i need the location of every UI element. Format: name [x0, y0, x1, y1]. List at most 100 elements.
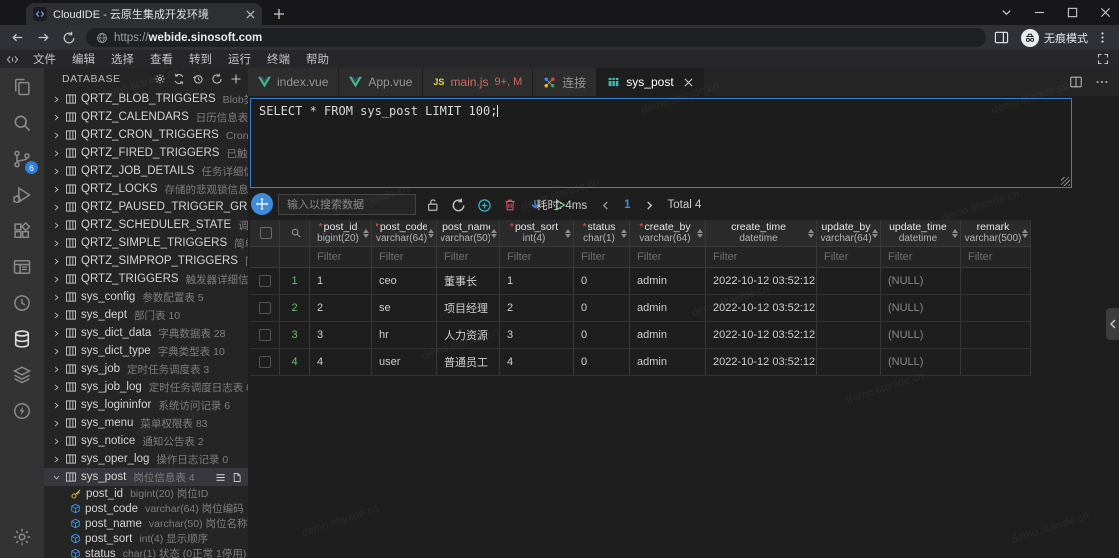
tree-table-QRTZ_LOCKS[interactable]: QRTZ_LOCKS存储的悲观锁信息表 2	[44, 180, 248, 198]
window-chevron-icon[interactable]	[1001, 7, 1012, 18]
tree-table-QRTZ_CALENDARS[interactable]: QRTZ_CALENDARS日历信息表 0	[44, 108, 248, 126]
back-icon[interactable]	[8, 29, 26, 47]
cell-update_time[interactable]: (NULL)	[881, 295, 961, 321]
menu-item-7[interactable]: 帮助	[298, 51, 337, 67]
tree-table-sys_dict_data[interactable]: sys_dict_data字典数据表 28	[44, 324, 248, 342]
row-checkbox[interactable]	[250, 295, 280, 321]
cell-post_sort[interactable]: 4	[500, 349, 574, 375]
close-icon[interactable]	[684, 78, 693, 87]
tree-table-QRTZ_BLOB_TRIGGERS[interactable]: QRTZ_BLOB_TRIGGERSBlob类型的...	[44, 90, 248, 108]
cell-remark[interactable]	[961, 295, 1031, 321]
new-tab-button[interactable]	[268, 3, 290, 25]
cell-create_by[interactable]: admin	[630, 268, 706, 294]
cell-update_by[interactable]	[817, 349, 881, 375]
right-panel-expander[interactable]	[1106, 308, 1119, 340]
sort-icon[interactable]	[1022, 229, 1028, 238]
cell-post_sort[interactable]: 3	[500, 322, 574, 348]
tree-table-QRTZ_FIRED_TRIGGERS[interactable]: QRTZ_FIRED_TRIGGERS已触发的触...	[44, 144, 248, 162]
filter-input-status[interactable]: Filter	[574, 247, 630, 267]
menu-item-3[interactable]: 查看	[142, 51, 181, 67]
tree-table-sys_dict_type[interactable]: sys_dict_type字典类型表 10	[44, 342, 248, 360]
tree-table-QRTZ_JOB_DETAILS[interactable]: QRTZ_JOB_DETAILS任务详细信息...	[44, 162, 248, 180]
sort-icon[interactable]	[697, 229, 703, 238]
browser-menu-kebab-icon[interactable]	[1096, 31, 1109, 44]
cell-create_time[interactable]: 2022-10-12 03:52:12	[706, 295, 817, 321]
checkbox-icon[interactable]	[259, 329, 271, 341]
tree-table-sys_job_log[interactable]: sys_job_log定时任务调度日志表 0	[44, 378, 248, 396]
filter-input-post_name[interactable]: Filter	[437, 247, 500, 267]
menu-item-2[interactable]: 选择	[103, 51, 142, 67]
tree-table-sys_notice[interactable]: sys_notice通知公告表 2	[44, 432, 248, 450]
sql-editor[interactable]: SELECT * FROM sys_post LIMIT 100;	[250, 98, 1072, 188]
sort-icon[interactable]	[952, 229, 958, 238]
db-refresh-icon[interactable]	[211, 73, 223, 85]
add-row-icon[interactable]	[477, 198, 492, 213]
sort-icon[interactable]	[428, 229, 434, 238]
tree-table-sys_job[interactable]: sys_job定时任务调度表 3	[44, 360, 248, 378]
extensions-icon[interactable]	[0, 213, 44, 248]
cell-status[interactable]: 0	[574, 322, 630, 348]
editor-tab-App.vue[interactable]: App.vue	[339, 68, 423, 96]
menu-item-0[interactable]: 文件	[25, 51, 64, 67]
sort-icon[interactable]	[872, 229, 878, 238]
editor-tab-sys_post[interactable]: sys_post	[597, 68, 703, 96]
tree-table-sys_config[interactable]: sys_config参数配置表 5	[44, 288, 248, 306]
cell-post_id[interactable]: 4	[310, 349, 372, 375]
cell-update_time[interactable]: (NULL)	[881, 268, 961, 294]
cell-post_code[interactable]: ceo	[372, 268, 437, 294]
row-checkbox[interactable]	[250, 268, 280, 294]
cell-create_time[interactable]: 2022-10-12 03:52:12	[706, 349, 817, 375]
site-info-globe-icon[interactable]	[96, 32, 108, 44]
resize-grip[interactable]	[1061, 177, 1070, 186]
side-panel-icon[interactable]	[994, 30, 1009, 45]
settings-gear-icon[interactable]	[0, 519, 44, 554]
checkbox-icon[interactable]	[259, 356, 271, 368]
sort-icon[interactable]	[808, 229, 814, 238]
checkbox-icon[interactable]	[259, 302, 271, 314]
page-number[interactable]: 1	[624, 199, 630, 211]
filter-input-post_sort[interactable]: Filter	[500, 247, 574, 267]
search-icon[interactable]	[0, 105, 44, 140]
preview-panel-icon[interactable]	[0, 249, 44, 284]
forward-icon[interactable]	[34, 29, 52, 47]
filter-input-remark[interactable]: Filter	[961, 247, 1031, 267]
more-actions-icon[interactable]	[1095, 75, 1109, 89]
filter-input-post_id[interactable]: Filter	[310, 247, 372, 267]
refresh-data-icon[interactable]	[451, 198, 466, 213]
menu-item-4[interactable]: 转到	[181, 51, 220, 67]
tree-column-status[interactable]: statuschar(1) 状态 (0正常 1停用)	[44, 546, 248, 558]
column-header-create_time[interactable]: create_timedatetime	[706, 220, 817, 246]
cell-status[interactable]: 0	[574, 268, 630, 294]
source-control-icon[interactable]: 6	[0, 141, 44, 176]
db-add-icon[interactable]	[230, 73, 242, 85]
cell-post_id[interactable]: 2	[310, 295, 372, 321]
row-checkbox[interactable]	[250, 322, 280, 348]
tree-column-post_sort[interactable]: post_sortint(4) 显示顺序	[44, 531, 248, 546]
tree-table-QRTZ_PAUSED_TRIGGER_GRPS[interactable]: QRTZ_PAUSED_TRIGGER_GRPS暂...	[44, 198, 248, 216]
select-all-checkbox[interactable]	[250, 220, 280, 246]
sort-icon[interactable]	[565, 229, 571, 238]
table-row[interactable]: 44user普通员工40admin2022-10-12 03:52:12(NUL…	[250, 349, 1031, 376]
db-history-icon[interactable]	[192, 73, 204, 85]
browser-tab[interactable]: CloudIDE - 云原生集成开发环境	[26, 3, 262, 25]
tree-column-post_id[interactable]: post_idbigint(20) 岗位ID	[44, 486, 248, 501]
lightning-icon[interactable]	[0, 393, 44, 428]
tree-table-sys_logininfor[interactable]: sys_logininfor系统访问记录 6	[44, 396, 248, 414]
drag-move-button[interactable]	[251, 193, 273, 215]
cell-update_time[interactable]: (NULL)	[881, 322, 961, 348]
cell-remark[interactable]	[961, 349, 1031, 375]
menu-item-5[interactable]: 运行	[220, 51, 259, 67]
column-header-remark[interactable]: remarkvarchar(500)	[961, 220, 1031, 246]
editor-tab-main.js[interactable]: JSmain.js9+, M	[423, 68, 533, 96]
tree-table-sys_menu[interactable]: sys_menu菜单权限表 83	[44, 414, 248, 432]
row-search-header[interactable]	[280, 220, 310, 246]
cell-post_name[interactable]: 人力资源	[437, 322, 500, 348]
cell-post_sort[interactable]: 2	[500, 295, 574, 321]
cell-update_by[interactable]	[817, 295, 881, 321]
fullscreen-icon[interactable]	[1097, 53, 1109, 65]
table-row[interactable]: 22se项目经理20admin2022-10-12 03:52:12(NULL)	[250, 295, 1031, 322]
editor-tab-连接[interactable]: 连接	[533, 68, 597, 96]
cell-post_code[interactable]: hr	[372, 322, 437, 348]
editor-tab-index.vue[interactable]: index.vue	[248, 68, 339, 96]
db-settings-gear-icon[interactable]	[154, 73, 166, 85]
